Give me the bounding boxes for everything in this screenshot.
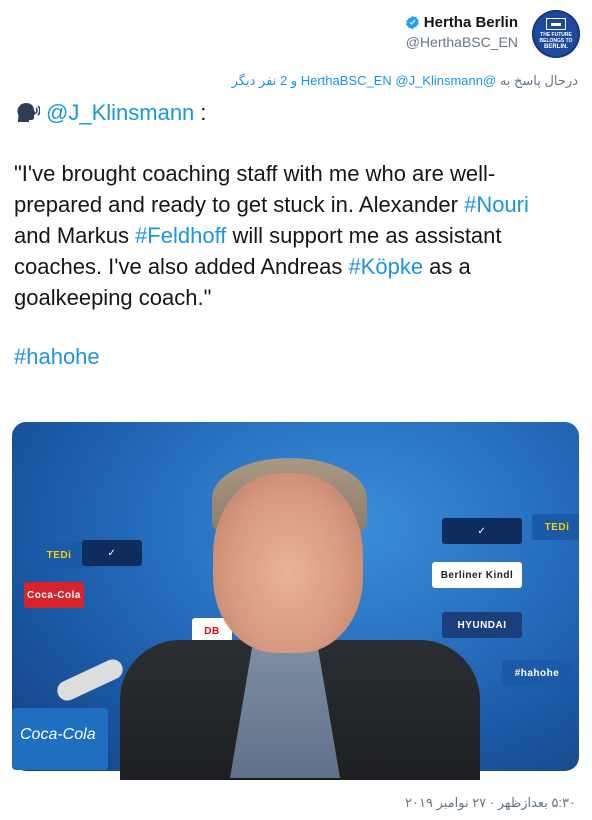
tweet-header: THE FUTURE BELONGS TO BERLIN. Hertha Ber… xyxy=(12,8,580,64)
avatar-city: BERLIN. xyxy=(544,44,568,50)
reply-others[interactable]: و 2 نفر دیگر xyxy=(232,73,301,88)
hashtag-nouri[interactable]: #Nouri xyxy=(464,192,529,217)
sponsor-tedi-logo-2: TEDi xyxy=(532,514,579,540)
sponsor-kindl-logo: Berliner Kindl xyxy=(432,562,522,588)
klinsmann-mention[interactable]: @J_Klinsmann xyxy=(46,100,194,126)
person-face xyxy=(213,473,363,653)
speaking-head-icon xyxy=(17,103,40,122)
tweet-text: "I've brought coaching staff with me who… xyxy=(14,158,570,313)
author-display-name[interactable]: Hertha Berlin xyxy=(405,14,518,31)
sponsor-cocacola-logo: Coca-Cola xyxy=(24,582,84,608)
hashtag-kopke[interactable]: #Köpke xyxy=(348,254,423,279)
mention-row: @J_Klinsmann: xyxy=(14,100,206,126)
crest-icon xyxy=(546,18,566,30)
sponsor-hahohe-board: #hahohe xyxy=(502,660,572,686)
display-name-text: Hertha Berlin xyxy=(423,14,518,31)
author-handle[interactable]: @HerthaBSC_EN xyxy=(405,34,518,50)
mention-colon: : xyxy=(200,100,207,125)
quote-part-1: "I've brought coaching staff with me who… xyxy=(14,161,496,217)
hashtag-hahohe[interactable]: #hahohe xyxy=(14,344,100,369)
tweet-timestamp[interactable]: ۵:۳۰ بعدازظهر · ۲۷ نوامبر ۲۰۱۹ xyxy=(405,795,576,811)
reply-mentions[interactable]: @HerthaBSC_EN @J_Klinsmann xyxy=(301,73,496,88)
verified-badge-icon xyxy=(405,15,419,30)
avatar[interactable]: THE FUTURE BELONGS TO BERLIN. xyxy=(532,10,580,58)
replying-to-line: درحال پاسخ به @HerthaBSC_EN @J_Klinsmann… xyxy=(232,73,578,89)
cup-label: Coca-Cola xyxy=(20,726,96,743)
quote-part-2: and Markus xyxy=(14,223,136,248)
avatar-tagline: THE FUTURE BELONGS TO xyxy=(539,32,573,44)
sponsor-nike-logo-2: ✓ xyxy=(442,518,522,544)
cocacola-cup: Coca-Cola xyxy=(12,708,108,770)
sponsor-nike-logo: ✓ xyxy=(82,540,142,566)
hashtag-feldhoff[interactable]: #Feldhoff xyxy=(135,223,226,248)
reply-prefix: درحال پاسخ به xyxy=(496,73,578,88)
author-names: Hertha Berlin @HerthaBSC_EN xyxy=(405,14,518,50)
sponsor-hyundai-logo: HYUNDAI xyxy=(442,612,522,638)
hashtag-line: #hahohe xyxy=(14,344,100,370)
